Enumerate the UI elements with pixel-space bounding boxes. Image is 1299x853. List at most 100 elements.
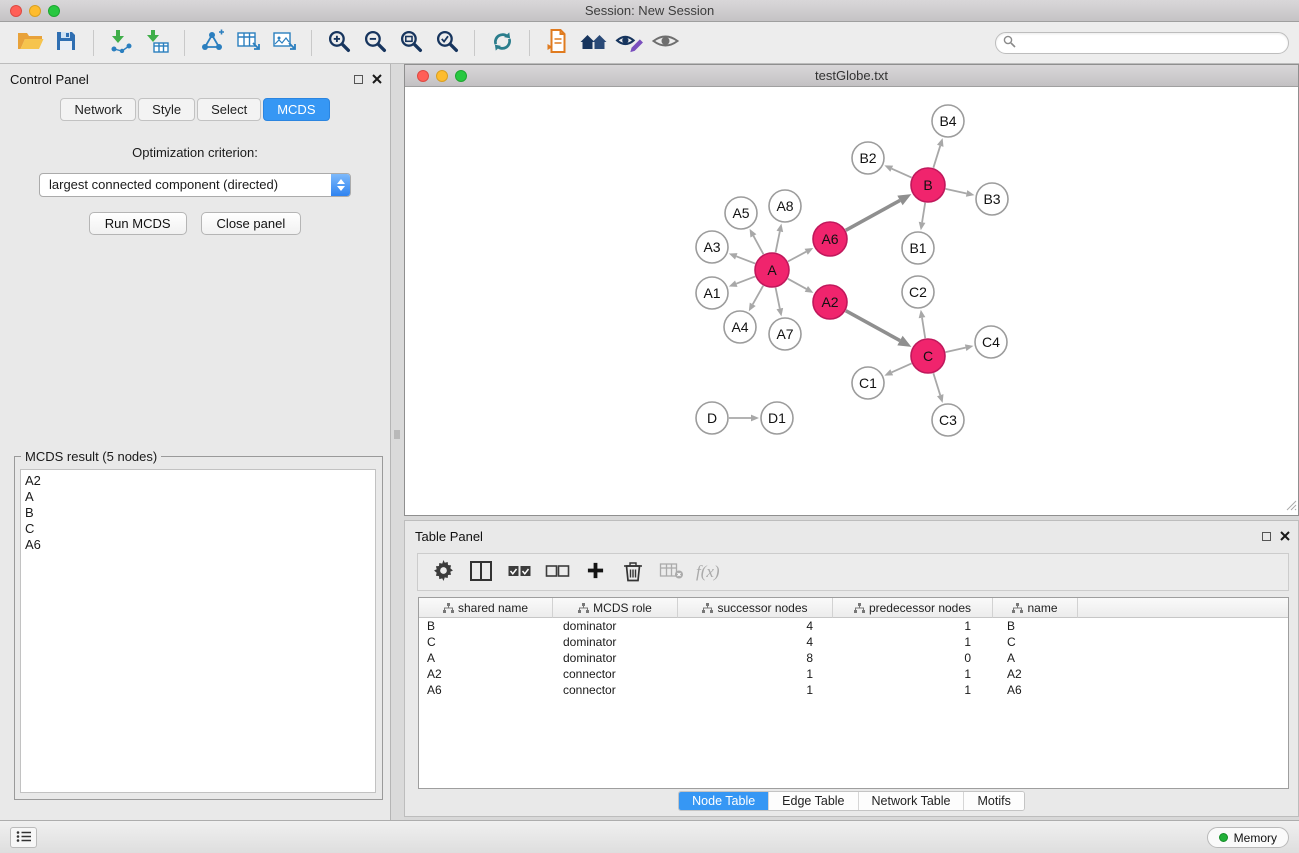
graph-node-C2[interactable]: C2: [902, 276, 934, 308]
graph-node-C1[interactable]: C1: [852, 367, 884, 399]
network-minimize-button[interactable]: [436, 70, 448, 82]
network-canvas[interactable]: AA6A2BCA1A3A4A5A7A8B1B2B3B4C1C2C3C4DD1: [405, 87, 1298, 515]
graph-node-A4[interactable]: A4: [724, 311, 756, 343]
global-search[interactable]: [995, 32, 1289, 54]
column-header-successor-nodes[interactable]: successor nodes: [678, 598, 833, 618]
float-table-panel-icon[interactable]: [1262, 532, 1271, 541]
new-table-button[interactable]: [230, 27, 266, 59]
splitter-grip[interactable]: [394, 430, 400, 439]
delete-table-button[interactable]: [654, 557, 688, 587]
table-row[interactable]: Bdominator41B: [419, 618, 1288, 634]
graph-node-B3[interactable]: B3: [976, 183, 1008, 215]
table-row[interactable]: A2connector11A2: [419, 666, 1288, 682]
result-item[interactable]: A6: [25, 537, 371, 553]
graph-edge-C-C1[interactable]: [884, 363, 911, 375]
graph-node-B2[interactable]: B2: [852, 142, 884, 174]
tab-network[interactable]: Network: [60, 98, 136, 121]
column-header-predecessor-nodes[interactable]: predecessor nodes: [833, 598, 993, 618]
graph-node-A5[interactable]: A5: [725, 197, 757, 229]
graph-node-D1[interactable]: D1: [761, 402, 793, 434]
zoom-out-button[interactable]: [357, 27, 393, 59]
tab-network-table[interactable]: Network Table: [859, 792, 965, 810]
report-button[interactable]: [539, 27, 575, 59]
graph-edge-A-A4[interactable]: [749, 286, 763, 312]
graph-edge-B-B3[interactable]: [946, 189, 975, 197]
graph-node-A6[interactable]: A6: [813, 222, 847, 256]
tab-style[interactable]: Style: [138, 98, 195, 121]
network-close-button[interactable]: [417, 70, 429, 82]
add-column-button[interactable]: [578, 557, 612, 587]
graph-edge-A-A7[interactable]: [776, 288, 784, 317]
graph-edge-A-A1[interactable]: [729, 276, 755, 286]
graph-edge-B-B1[interactable]: [919, 203, 926, 230]
float-panel-icon[interactable]: [354, 75, 363, 84]
close-window-button[interactable]: [10, 5, 22, 17]
search-input[interactable]: [1016, 34, 1288, 52]
graph-edge-D-D1[interactable]: [729, 415, 759, 422]
graph-edge-C-C3[interactable]: [933, 373, 943, 403]
graph-node-C[interactable]: C: [911, 339, 945, 373]
function-builder-button[interactable]: f(x): [696, 562, 720, 582]
tab-mcds[interactable]: MCDS: [263, 98, 329, 121]
graph-node-A7[interactable]: A7: [769, 318, 801, 350]
graph-edge-A-A8[interactable]: [776, 224, 784, 253]
deselect-all-button[interactable]: [540, 557, 574, 587]
graph-node-A2[interactable]: A2: [813, 285, 847, 319]
result-item[interactable]: A2: [25, 473, 371, 489]
delete-column-button[interactable]: [616, 557, 650, 587]
tab-edge-table[interactable]: Edge Table: [769, 792, 858, 810]
network-window-titlebar[interactable]: testGlobe.txt: [405, 65, 1298, 87]
result-item[interactable]: B: [25, 505, 371, 521]
result-item[interactable]: A: [25, 489, 371, 505]
close-table-panel-icon[interactable]: [1280, 529, 1290, 544]
panel-splitter[interactable]: [391, 64, 404, 821]
task-history-button[interactable]: [10, 827, 37, 848]
network-zoom-button[interactable]: [455, 70, 467, 82]
zoom-selected-button[interactable]: [429, 27, 465, 59]
graph-edge-A-A5[interactable]: [750, 229, 764, 254]
open-session-button[interactable]: [12, 27, 48, 59]
graph-node-A1[interactable]: A1: [696, 277, 728, 309]
import-network-button[interactable]: [103, 27, 139, 59]
graph-node-C4[interactable]: C4: [975, 326, 1007, 358]
zoom-in-button[interactable]: [321, 27, 357, 59]
criterion-dropdown[interactable]: largest connected component (directed): [39, 173, 351, 197]
memory-button[interactable]: Memory: [1207, 827, 1289, 848]
column-header-MCDS-role[interactable]: MCDS role: [553, 598, 678, 618]
graph-edge-A-A3[interactable]: [729, 253, 755, 263]
graph-edge-A-A2[interactable]: [788, 279, 814, 293]
graphics-details-button[interactable]: [611, 27, 647, 59]
graph-node-C3[interactable]: C3: [932, 404, 964, 436]
import-table-button[interactable]: [139, 27, 175, 59]
run-mcds-button[interactable]: Run MCDS: [89, 212, 187, 235]
graph-edge-B-B4[interactable]: [933, 138, 943, 168]
refresh-layout-button[interactable]: [484, 27, 520, 59]
graph-node-A8[interactable]: A8: [769, 190, 801, 222]
graph-node-A3[interactable]: A3: [696, 231, 728, 263]
resize-grip-icon[interactable]: [1286, 499, 1297, 514]
column-header-shared-name[interactable]: shared name: [419, 598, 553, 618]
save-session-button[interactable]: [48, 27, 84, 59]
tab-node-table[interactable]: Node Table: [679, 792, 769, 810]
close-panel-icon[interactable]: [372, 72, 382, 87]
table-settings-button[interactable]: [426, 557, 460, 587]
select-all-button[interactable]: [502, 557, 536, 587]
close-panel-button[interactable]: Close panel: [201, 212, 302, 235]
column-chooser-button[interactable]: [464, 557, 498, 587]
zoom-fit-button[interactable]: [393, 27, 429, 59]
graph-node-B1[interactable]: B1: [902, 232, 934, 264]
mcds-result-list[interactable]: A2ABCA6: [20, 469, 376, 793]
graph-edge-B-B2[interactable]: [884, 165, 911, 177]
graph-node-A[interactable]: A: [755, 253, 789, 287]
tab-select[interactable]: Select: [197, 98, 261, 121]
graph-node-B4[interactable]: B4: [932, 105, 964, 137]
column-header-name[interactable]: name: [993, 598, 1078, 618]
graph-edge-A2-C[interactable]: [846, 311, 912, 347]
new-network-button[interactable]: [194, 27, 230, 59]
graph-edge-A6-B[interactable]: [846, 194, 912, 230]
graph-edge-C-C2[interactable]: [919, 310, 926, 338]
graph-node-D[interactable]: D: [696, 402, 728, 434]
result-item[interactable]: C: [25, 521, 371, 537]
table-row[interactable]: Cdominator41C: [419, 634, 1288, 650]
graph-edge-A-A6[interactable]: [788, 248, 813, 262]
